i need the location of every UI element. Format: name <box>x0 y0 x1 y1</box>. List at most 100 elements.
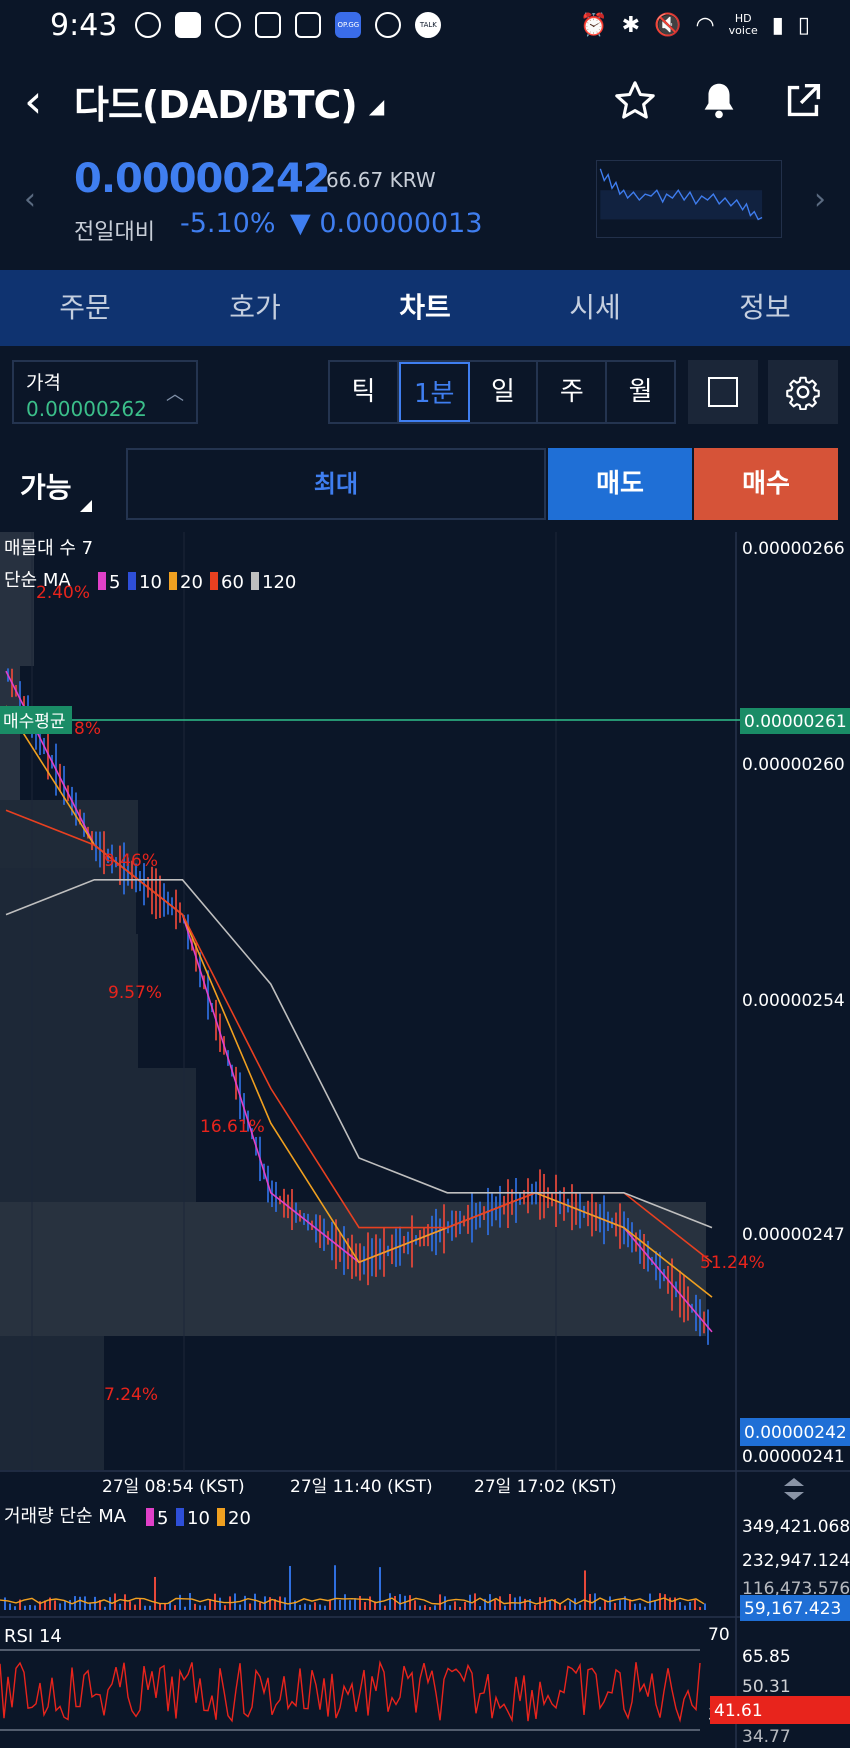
volume-legend-label: 거래량 단순 MA <box>4 1506 127 1527</box>
rsi-line <box>0 1659 701 1723</box>
period-tick[interactable]: 틱 <box>330 362 399 422</box>
rsi-current: 41.61 <box>714 1701 763 1721</box>
kakaotalk-icon: TALK <box>415 12 442 38</box>
volume-bar <box>34 1605 36 1610</box>
volume-tick-1: 349,421.068 <box>742 1517 850 1537</box>
volume-bar <box>464 1602 466 1610</box>
available-label[interactable]: 가능 <box>20 466 72 506</box>
bluetooth-icon: ✱ <box>621 12 641 38</box>
opgg-icon: OP.GG <box>335 12 362 38</box>
period-day[interactable]: 일 <box>470 362 539 422</box>
volume-bar <box>499 1596 501 1610</box>
price-chart-area[interactable]: 매수평균 0.00000261 매물대 수 7 단순 MA 5 10 20 60 120… <box>0 532 850 1748</box>
volume-bar <box>634 1603 636 1610</box>
volume-bar <box>179 1594 181 1610</box>
chevron-left-icon[interactable]: ‹ <box>24 74 74 128</box>
volume-bar <box>704 1603 706 1610</box>
rsi-tick-3: 34.77 <box>742 1727 791 1747</box>
price-tick-2: 0.00000260 <box>742 755 845 775</box>
gear-icon <box>786 376 820 410</box>
price-selector-value: 0.00000262 <box>26 397 147 421</box>
volume-tick-2: 232,947.124 <box>742 1551 850 1571</box>
volume-bar <box>14 1606 16 1610</box>
tab-chart[interactable]: 차트 <box>340 270 510 346</box>
volume-bar <box>509 1593 511 1610</box>
price-tick-4: 0.00000247 <box>742 1225 845 1245</box>
tab-orderbook[interactable]: 호가 <box>170 270 340 346</box>
max-amount-button[interactable]: 최대 <box>126 448 546 520</box>
ticker-summary: ‹ 0.00000242 66.67 KRW 전일대비 -5.10% ▼ 0.0… <box>0 148 850 248</box>
volume-bar <box>149 1605 151 1610</box>
chart-settings-button[interactable] <box>768 360 838 424</box>
time-tick-1: 27일 08:54 (KST) <box>102 1477 245 1497</box>
prev-market-icon[interactable]: ‹ <box>24 182 36 217</box>
next-market-icon[interactable]: › <box>814 182 826 217</box>
volume-bar <box>494 1599 496 1610</box>
period-month[interactable]: 월 <box>607 362 674 422</box>
bell-icon[interactable] <box>696 78 742 124</box>
tab-order[interactable]: 주문 <box>0 270 170 346</box>
volume-bar <box>344 1594 346 1610</box>
period-week[interactable]: 주 <box>538 362 608 422</box>
youtube-icon <box>175 12 202 38</box>
volume-bar <box>159 1603 161 1610</box>
volume-bar <box>434 1605 436 1610</box>
ma-swatch-120 <box>251 572 259 590</box>
caret-down-icon[interactable]: ◢ <box>369 94 384 118</box>
volume-bar <box>394 1595 396 1610</box>
volume-bar <box>199 1605 201 1610</box>
volume-bar <box>359 1595 361 1610</box>
period-selector: 틱 1분 일 주 월 <box>328 360 676 424</box>
volume-bar <box>659 1593 661 1610</box>
period-1min[interactable]: 1분 <box>398 362 470 422</box>
price-chart[interactable]: 매수평균 0.00000261 매물대 수 7 단순 MA 5 10 20 60 120… <box>0 532 850 1748</box>
buy-button[interactable]: 매수 <box>694 448 838 520</box>
volume-bar <box>684 1605 686 1610</box>
volume-bar <box>409 1595 411 1610</box>
volume-bar <box>209 1599 211 1610</box>
volume-ma-legend: 5 10 20 <box>146 1508 251 1529</box>
volume-bar <box>339 1599 341 1610</box>
volume-bar <box>664 1594 666 1610</box>
volume-bars <box>4 1565 706 1610</box>
vol-ma-period-20: 20 <box>228 1508 251 1529</box>
sell-button[interactable]: 매도 <box>548 448 692 520</box>
drawing-tool-button[interactable] <box>688 360 758 424</box>
market-title[interactable]: 다드(DAD/BTC) <box>74 74 358 129</box>
volume-bar <box>239 1604 241 1610</box>
ma-period-60: 60 <box>221 572 244 593</box>
mute-icon: 🔇 <box>654 12 682 38</box>
price-selector[interactable]: 가격 0.00000262 ︿ <box>12 360 198 424</box>
volume-bar <box>364 1602 366 1610</box>
volume-bar <box>654 1600 656 1610</box>
rsi-polyline <box>0 1659 701 1723</box>
profile-pct-3: 9.46% <box>104 851 158 871</box>
volume-bar <box>614 1602 616 1610</box>
vol-ma-swatch-10 <box>176 1508 184 1526</box>
star-icon[interactable] <box>612 78 658 124</box>
volume-bar <box>384 1605 386 1610</box>
volume-bar <box>524 1598 526 1610</box>
status-bar: 9:43 OP.GG TALK ⏰ ✱ 🔇 ◠ HD voice ▮ ▯ <box>0 0 850 50</box>
avg-buy-price: 0.00000261 <box>744 712 847 732</box>
volume-bar <box>444 1596 446 1610</box>
ma-period-20: 20 <box>180 572 203 593</box>
volume-bar <box>389 1593 391 1610</box>
volume-bar <box>254 1593 256 1610</box>
avg-buy-label: 매수평균 <box>3 712 66 732</box>
volume-bar <box>639 1603 641 1610</box>
volume-bar <box>184 1606 186 1610</box>
vol-ma-period-10: 10 <box>187 1508 210 1529</box>
profile-pct-6: 51.24% <box>700 1253 765 1273</box>
share-icon[interactable] <box>780 78 826 124</box>
tab-info[interactable]: 정보 <box>680 270 850 346</box>
volume-bar <box>109 1597 111 1610</box>
volume-bar <box>504 1605 506 1610</box>
volume-bar <box>244 1595 246 1610</box>
volume-bar <box>204 1605 206 1610</box>
volume-bar <box>544 1597 546 1610</box>
volume-bar <box>154 1576 156 1610</box>
time-tick-3: 27일 17:02 (KST) <box>474 1477 617 1497</box>
volume-bar <box>609 1596 611 1610</box>
tab-market-price[interactable]: 시세 <box>510 270 680 346</box>
